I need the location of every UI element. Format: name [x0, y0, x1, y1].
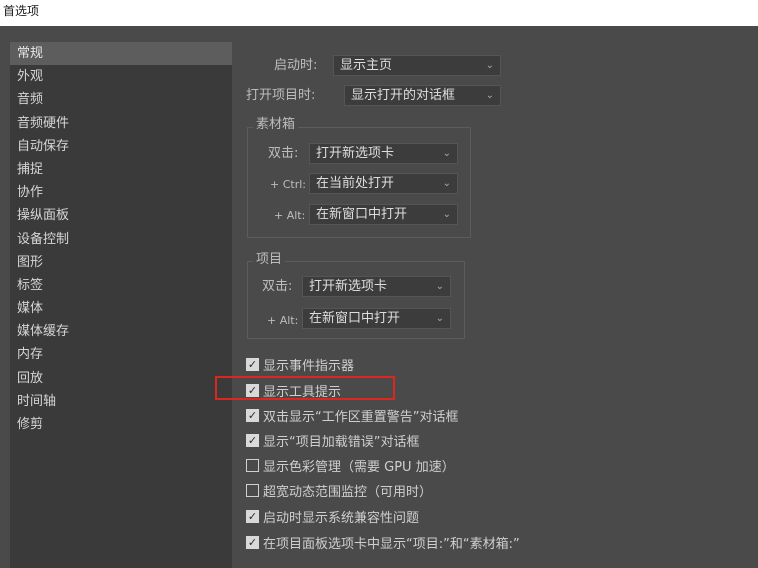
project-double-click-dropdown[interactable]: 打开新选项卡 ⌄: [302, 276, 451, 297]
checkbox-label: 在项目面板选项卡中显示“项目:”和“素材箱:”: [263, 536, 520, 552]
project-double-click-label: 双击:: [262, 279, 293, 294]
sidebar-item[interactable]: 外观: [10, 65, 232, 88]
chevron-down-icon: ⌄: [485, 60, 494, 71]
checkbox-label: 显示“项目加载错误”对话框: [263, 434, 420, 450]
sidebar-item[interactable]: 标签: [10, 274, 232, 297]
sidebar-item[interactable]: 回放: [10, 367, 232, 390]
sidebar-item[interactable]: 音频硬件: [10, 112, 232, 135]
open-project-dropdown[interactable]: 显示打开的对话框 ⌄: [344, 85, 501, 106]
checkbox-label: 启动时显示系统兼容性问题: [263, 510, 420, 526]
startup-dropdown[interactable]: 显示主页 ⌄: [333, 55, 501, 76]
project-alt-label: + Alt:: [267, 314, 299, 327]
checkbox-label: 双击显示“工作区重置警告”对话框: [263, 409, 459, 425]
tooltip-option-highlight: [215, 376, 395, 400]
chevron-down-icon: ⌄: [442, 209, 451, 220]
sidebar-item[interactable]: 时间轴: [10, 390, 232, 413]
open-project-dropdown-value: 显示打开的对话框: [351, 88, 456, 103]
chevron-down-icon: ⌄: [442, 178, 451, 189]
checkbox-label: 超宽动态范围监控（可用时）: [263, 484, 433, 500]
sidebar-item[interactable]: 媒体缓存: [10, 320, 232, 343]
sidebar-item[interactable]: 修剪: [10, 413, 232, 436]
checkbox-checked-icon[interactable]: ✓: [246, 408, 259, 422]
checkbox-checked-icon[interactable]: ✓: [246, 535, 259, 549]
bin-double-click-dropdown[interactable]: 打开新选项卡 ⌄: [309, 143, 458, 164]
sidebar-item[interactable]: 协作: [10, 181, 232, 204]
bin-group-title: 素材箱: [253, 117, 299, 133]
sidebar-item[interactable]: 媒体: [10, 297, 232, 320]
sidebar-item[interactable]: 自动保存: [10, 135, 232, 158]
option-checkbox-row[interactable]: 超宽动态范围监控（可用时）: [246, 480, 432, 500]
checkbox-unchecked-icon[interactable]: [246, 458, 259, 472]
bin-ctrl-dropdown-value: 在当前处打开: [316, 176, 395, 191]
checkbox-unchecked-icon[interactable]: [246, 483, 259, 497]
chevron-down-icon: ⌄: [485, 90, 494, 101]
bin-alt-label: + Alt:: [274, 209, 306, 222]
bin-ctrl-label: + Ctrl:: [270, 178, 306, 191]
checkbox-checked-icon[interactable]: ✓: [246, 433, 259, 447]
chevron-down-icon: ⌄: [435, 281, 444, 292]
project-alt-dropdown-value: 在新窗口中打开: [309, 311, 401, 326]
sidebar-item[interactable]: 捕捉: [10, 158, 232, 181]
checkbox-label: 显示事件指示器: [263, 358, 355, 374]
option-checkbox-row[interactable]: ✓ 显示“项目加载错误”对话框: [246, 430, 419, 450]
bin-alt-dropdown[interactable]: 在新窗口中打开 ⌄: [309, 204, 458, 225]
sidebar-item[interactable]: 内存: [10, 343, 232, 366]
bin-double-click-dropdown-value: 打开新选项卡: [316, 146, 395, 161]
checkbox-label: 显示色彩管理（需要 GPU 加速）: [263, 459, 455, 475]
option-checkbox-row[interactable]: ✓ 显示事件指示器: [246, 354, 354, 374]
option-checkbox-row[interactable]: 显示色彩管理（需要 GPU 加速）: [246, 455, 455, 475]
bin-ctrl-dropdown[interactable]: 在当前处打开 ⌄: [309, 173, 458, 194]
chevron-down-icon: ⌄: [442, 148, 451, 159]
bin-double-click-label: 双击:: [268, 146, 299, 161]
sidebar-item[interactable]: 操纵面板: [10, 204, 232, 227]
option-checkbox-row[interactable]: ✓ 双击显示“工作区重置警告”对话框: [246, 405, 458, 425]
open-project-label: 打开项目时:: [246, 88, 316, 103]
checkbox-checked-icon[interactable]: ✓: [246, 509, 259, 523]
project-alt-dropdown[interactable]: 在新窗口中打开 ⌄: [302, 308, 451, 329]
sidebar-item[interactable]: 常规: [10, 42, 232, 66]
option-checkbox-row[interactable]: ✓ 启动时显示系统兼容性问题: [246, 506, 419, 526]
project-group-title: 项目: [253, 252, 286, 268]
sidebar-item[interactable]: 音频: [10, 88, 232, 111]
chevron-down-icon: ⌄: [435, 313, 444, 324]
startup-dropdown-value: 显示主页: [340, 58, 393, 73]
bin-alt-dropdown-value: 在新窗口中打开: [316, 207, 408, 222]
option-checkbox-row[interactable]: ✓ 在项目面板选项卡中显示“项目:”和“素材箱:”: [246, 532, 520, 552]
sidebar-item[interactable]: 设备控制: [10, 228, 232, 251]
window-title: 首选项: [0, 0, 758, 26]
checkbox-checked-icon[interactable]: ✓: [246, 357, 259, 371]
project-double-click-dropdown-value: 打开新选项卡: [309, 279, 388, 294]
sidebar-item[interactable]: 图形: [10, 251, 232, 274]
preferences-category-list: 常规 外观 音频 音频硬件 自动保存 捕捉 协作 操纵面板 设备控制 图形 标签 媒体 媒体缓存 内存 回放…: [10, 42, 232, 568]
startup-label: 启动时:: [274, 58, 318, 73]
